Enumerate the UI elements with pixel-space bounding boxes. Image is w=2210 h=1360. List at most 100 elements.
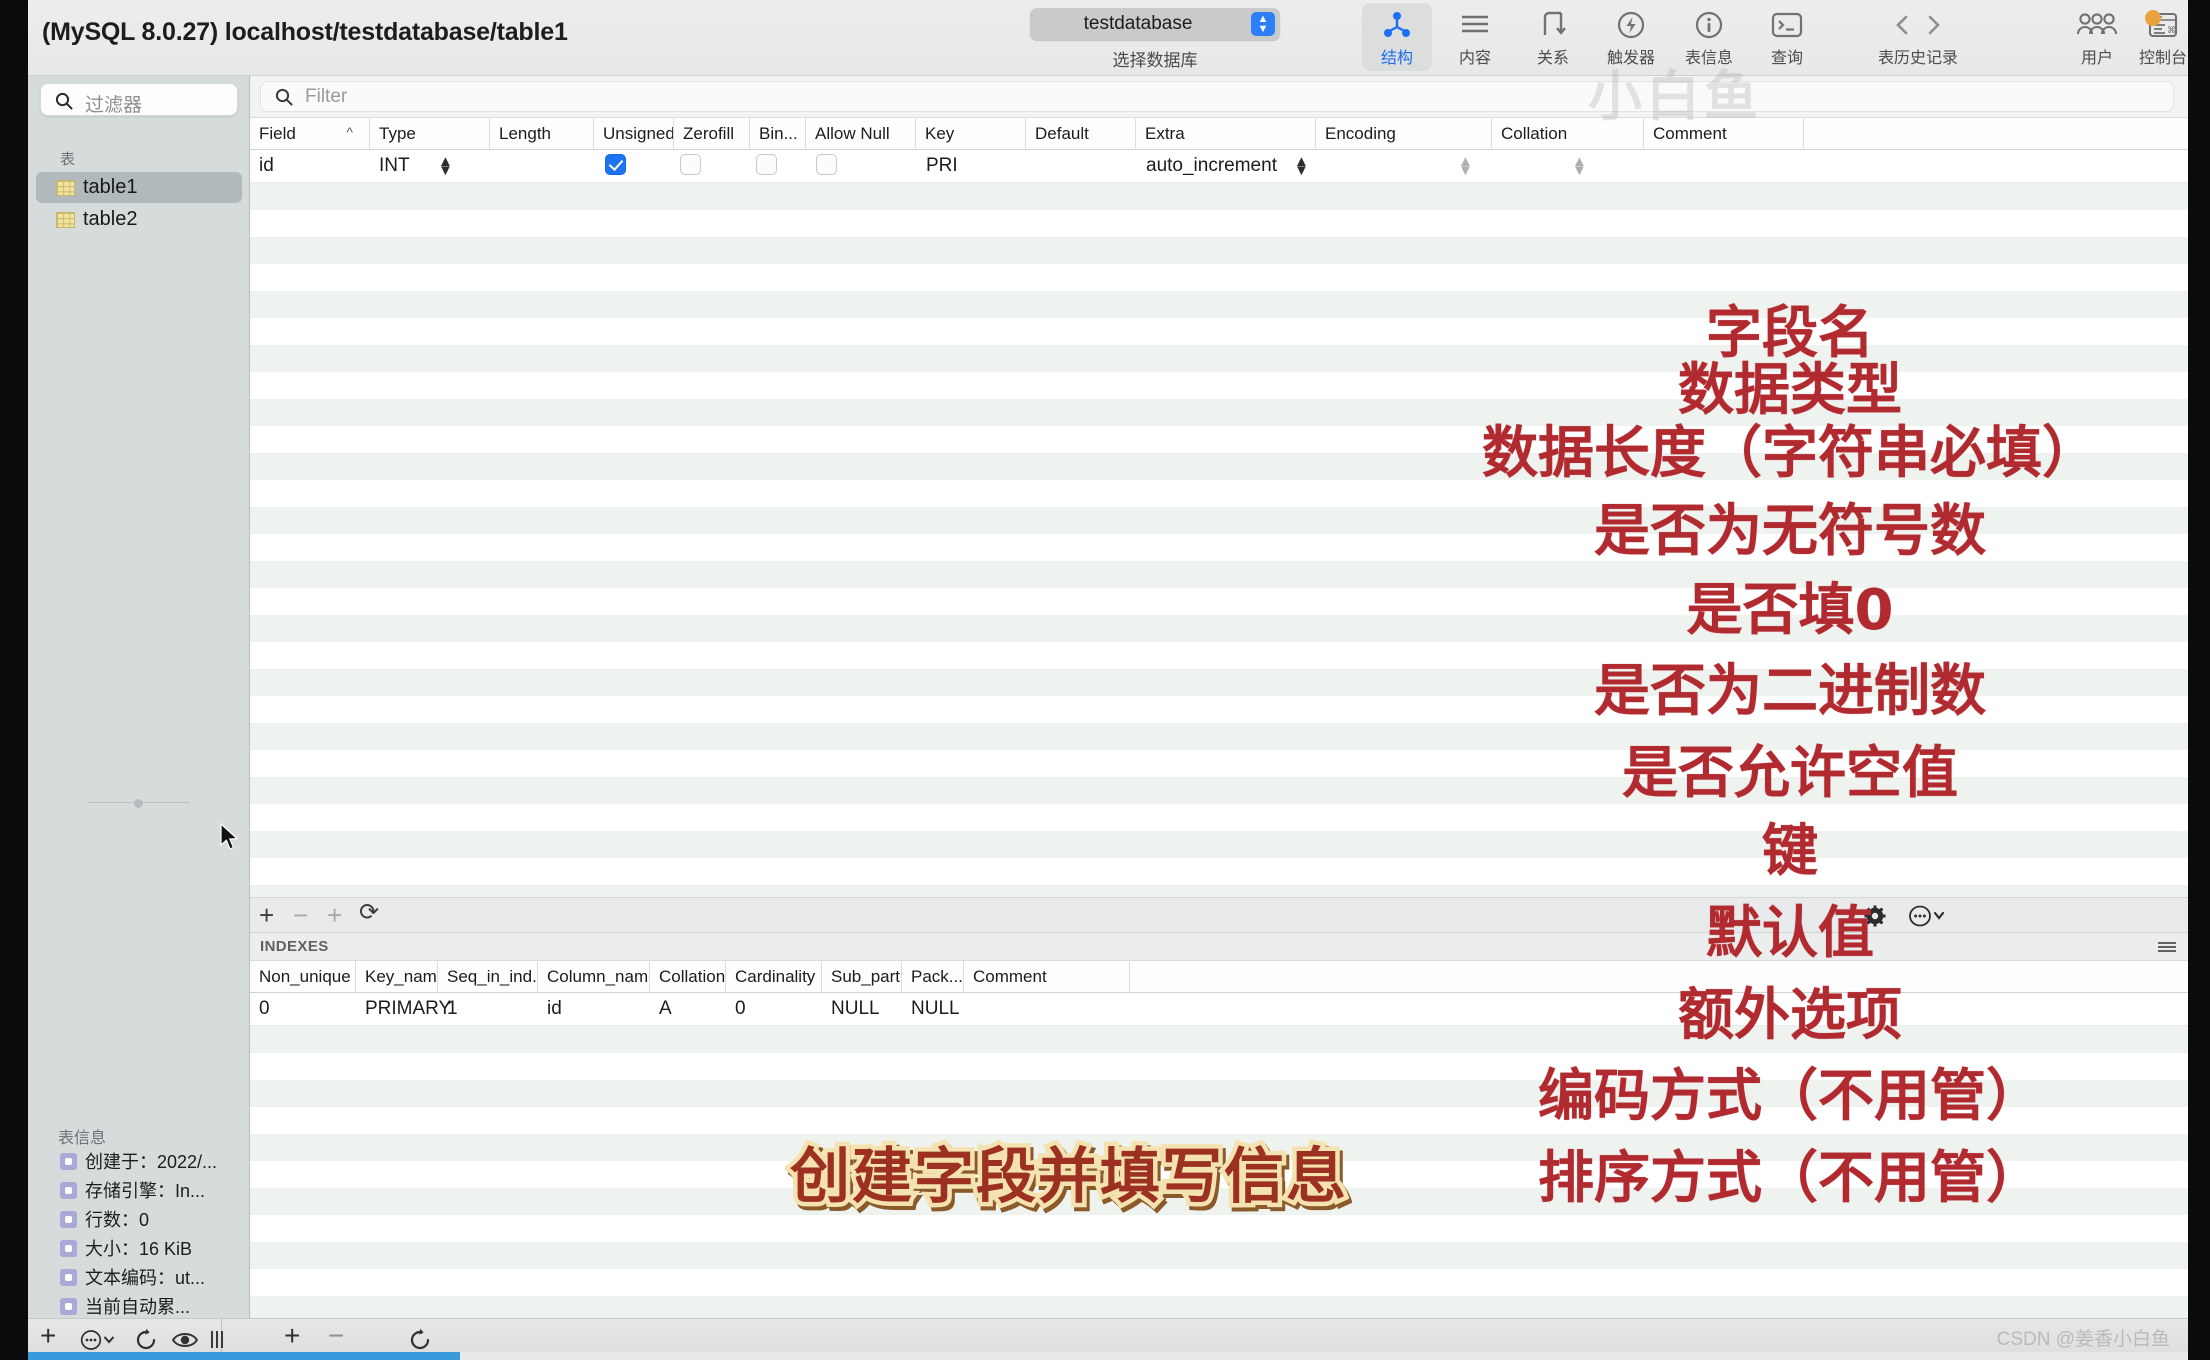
- tab-content-label: 内容: [1458, 50, 1491, 67]
- collation-stepper-icon[interactable]: ▲ ▼: [1572, 154, 1587, 178]
- refresh-tables-icon[interactable]: [134, 1328, 158, 1352]
- sidebar-resize-handle[interactable]: [88, 799, 190, 808]
- sidebar-section-tables: 表: [60, 151, 76, 168]
- annotation-line-7: 是否允许空值: [1622, 741, 1958, 806]
- sort-asc-icon: ^: [346, 124, 353, 140]
- screen-bezel-right: [2188, 0, 2210, 1360]
- annotation-line-10: 额外选项: [1678, 983, 1902, 1048]
- add-table-button[interactable]: +: [40, 1320, 56, 1352]
- sidebar-item-table2-label: table2: [83, 208, 138, 230]
- structure-icon: [1362, 3, 1432, 43]
- relations-icon: [1518, 3, 1588, 43]
- annotation-stamp: 创建字段并填写信息: [786, 1138, 1351, 1217]
- remove-index-button[interactable]: −: [328, 1320, 344, 1352]
- col-header-field[interactable]: Field ^: [250, 118, 370, 150]
- add-index-button[interactable]: +: [284, 1320, 300, 1352]
- table-icon: [56, 179, 75, 196]
- sidebar-table-info-title: 表信息: [58, 1130, 107, 1147]
- table-info-row: 行数：0: [60, 1206, 149, 1232]
- sidebar-filter-placeholder: 过滤器: [85, 95, 143, 116]
- preview-eye-icon[interactable]: [172, 1330, 198, 1350]
- bottom-progress-track[interactable]: [28, 1352, 2188, 1360]
- table-info-size: 大小：16 KiB: [85, 1239, 193, 1259]
- tab-content[interactable]: 内容: [1440, 3, 1510, 71]
- encoding-stepper-icon[interactable]: ▲ ▼: [1458, 154, 1473, 178]
- empty-row: [250, 1269, 2188, 1296]
- col-header-extra[interactable]: Extra: [1136, 118, 1316, 150]
- table-info-row: 大小：16 KiB: [60, 1235, 192, 1261]
- csdn-watermark: CSDN @姜香小白鱼: [1996, 1329, 2170, 1350]
- empty-row: [250, 264, 2188, 291]
- table-more-options-icon[interactable]: [80, 1329, 118, 1351]
- empty-row: [250, 1242, 2188, 1269]
- main-filter-input[interactable]: Filter: [260, 81, 2174, 112]
- annotation-line-4: 是否为无符号数: [1594, 499, 1986, 564]
- tab-query[interactable]: 查询: [1752, 3, 1822, 71]
- col-header-type[interactable]: Type: [370, 118, 490, 150]
- bullet-icon: [60, 1239, 77, 1257]
- cell-key[interactable]: PRI: [926, 155, 958, 177]
- col-header-allow-null[interactable]: Allow Null: [806, 118, 916, 150]
- table-info-encoding: 文本编码：ut...: [85, 1268, 206, 1288]
- annotation-line-11: 编码方式（不用管）: [1538, 1064, 2042, 1129]
- type-stepper-icon[interactable]: ▲ ▼: [438, 154, 453, 178]
- window-title: (MySQL 8.0.27) localhost/testdatabase/ta…: [42, 18, 568, 46]
- col-header-unsigned[interactable]: Unsigned: [594, 118, 674, 150]
- tab-relations-label: 关系: [1536, 50, 1569, 67]
- col-header-length[interactable]: Length: [490, 118, 594, 150]
- table-history-label: 表历史记录: [1877, 50, 1958, 67]
- ghost-watermark: 小白鱼: [1588, 67, 1762, 127]
- table-icon: [56, 211, 75, 228]
- columns-icon[interactable]: [210, 1330, 226, 1350]
- table-info-autoinc: 当前自动累...: [85, 1297, 191, 1317]
- bottom-progress-fill: [28, 1352, 460, 1360]
- tab-structure[interactable]: 结构: [1362, 3, 1432, 71]
- col-header-zerofill[interactable]: Zerofill: [674, 118, 750, 150]
- trigger-icon: [1596, 3, 1666, 43]
- col-header-key[interactable]: Key: [916, 118, 1026, 150]
- annotation-line-2: 数据类型: [1678, 358, 1902, 423]
- refresh-indexes-icon[interactable]: [408, 1328, 432, 1352]
- annotation-line-9: 默认值: [1706, 901, 1874, 966]
- cell-type[interactable]: INT: [379, 155, 410, 177]
- sidebar-item-table1[interactable]: table1: [36, 172, 242, 203]
- tab-query-label: 查询: [1770, 50, 1803, 67]
- table-history-nav[interactable]: 表历史记录: [1858, 3, 1978, 71]
- col-header-binary[interactable]: Bin...: [750, 118, 806, 150]
- cell-extra[interactable]: auto_increment: [1146, 155, 1277, 177]
- extra-stepper-icon[interactable]: ▲ ▼: [1294, 154, 1309, 178]
- info-icon: [1674, 3, 1744, 43]
- sidebar-filter-input[interactable]: 过滤器: [40, 83, 238, 116]
- checkbox-unsigned[interactable]: [605, 154, 626, 175]
- col-header-encoding[interactable]: Encoding: [1316, 118, 1492, 150]
- empty-row: [250, 885, 2188, 897]
- col-header-filler: [1804, 118, 2188, 150]
- search-icon: [275, 88, 293, 106]
- annotation-line-1: 字段名: [1706, 301, 1874, 366]
- cell-field[interactable]: id: [259, 155, 274, 177]
- col-header-default[interactable]: Default: [1026, 118, 1136, 150]
- bullet-icon: [60, 1268, 77, 1286]
- sidebar-item-table2[interactable]: table2: [36, 204, 242, 235]
- users-icon: [2062, 3, 2132, 43]
- svg-text:⌘: ⌘: [2167, 25, 2176, 35]
- annotation-line-5: 是否填0: [1686, 578, 1894, 643]
- tab-users[interactable]: 用户: [2062, 3, 2132, 71]
- chevron-updown-icon: ▲ ▼: [1251, 12, 1275, 36]
- table-info-rowcount: 行数：0: [85, 1210, 150, 1230]
- empty-row: [250, 183, 2188, 210]
- tab-console-label: 控制台: [2138, 50, 2187, 67]
- tab-relations[interactable]: 关系: [1518, 3, 1588, 71]
- bullet-icon: [60, 1210, 77, 1228]
- fields-grid-header: Field ^ Type Length Unsigned Zerofill Bin…: [250, 118, 2188, 150]
- checkbox-zerofill[interactable]: [680, 154, 701, 175]
- sidebar-item-table1-label: table1: [83, 176, 138, 198]
- content-icon: [1440, 3, 1510, 43]
- database-select[interactable]: testdatabase ▲ ▼: [1030, 8, 1280, 40]
- annotation-line-8: 键: [1762, 819, 1818, 884]
- checkbox-allow-null[interactable]: [816, 154, 837, 175]
- checkbox-binary[interactable]: [756, 154, 777, 175]
- screen-bezel-left: [0, 0, 28, 1360]
- tab-users-label: 用户: [2080, 50, 2113, 67]
- fields-table-row[interactable]: id INT ▲ ▼ PRI auto_increment ▲ ▼ ▲ ▼ ▲ ▼: [250, 150, 2188, 183]
